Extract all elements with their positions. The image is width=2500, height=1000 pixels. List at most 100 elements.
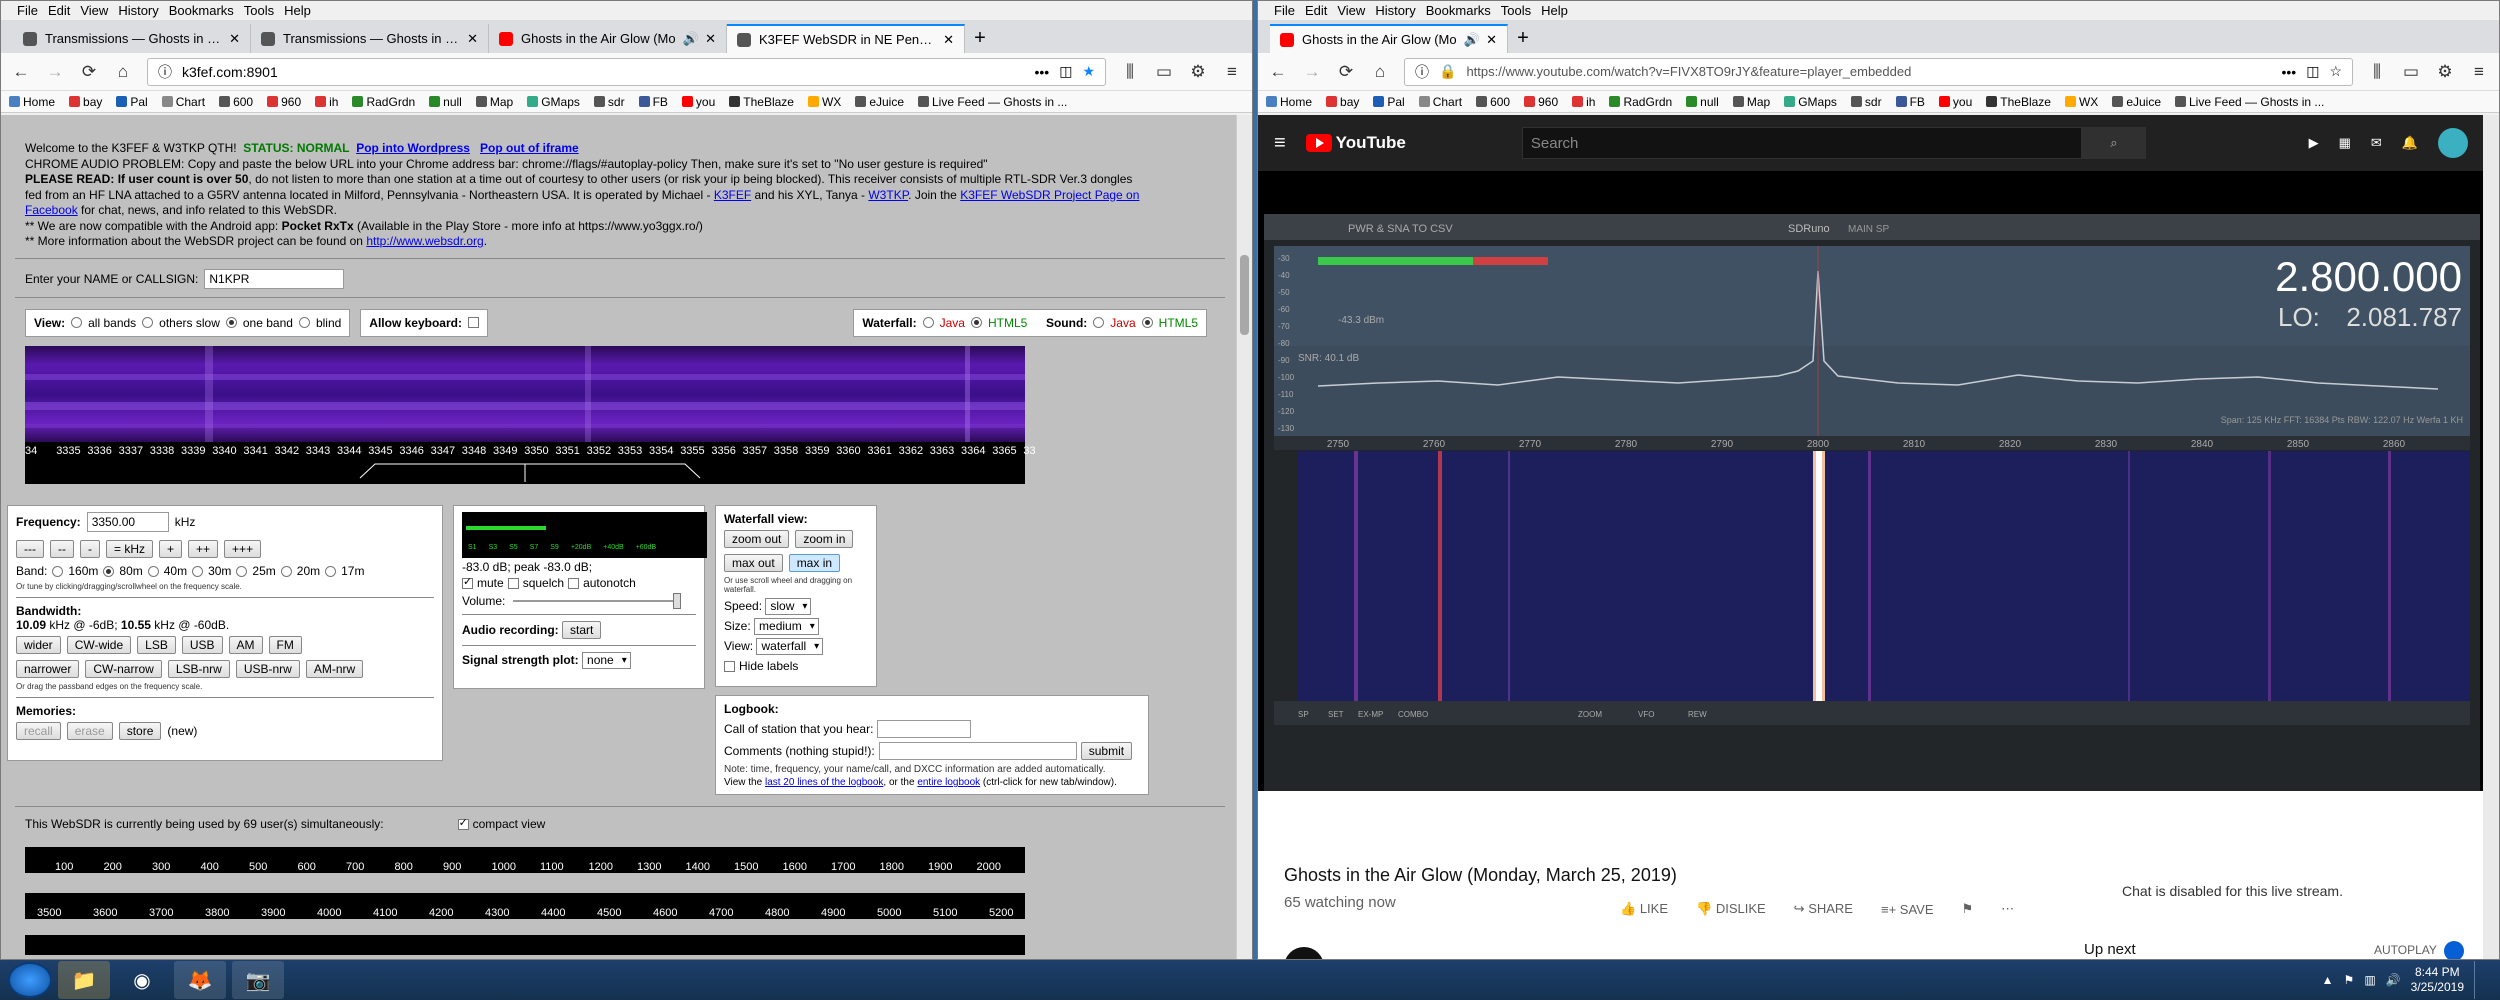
close-tab-icon[interactable]: ✕ — [705, 31, 716, 47]
bookmark-item[interactable]: 960 — [267, 95, 301, 109]
close-tab-icon[interactable]: ✕ — [467, 31, 478, 47]
left-scrollbar[interactable] — [1236, 115, 1252, 959]
flag-icon[interactable]: ⚑ — [1962, 901, 1974, 917]
url-bar[interactable]: ⓘ k3fef.com:8901 ••• ◫ ★ — [147, 57, 1106, 86]
freq-step-button[interactable]: = kHz — [106, 540, 154, 558]
menu-history[interactable]: History — [1375, 3, 1415, 18]
mode-button[interactable]: FM — [268, 636, 302, 654]
freq-step-button[interactable]: +++ — [224, 540, 262, 558]
bookmark-item[interactable]: TheBlaze — [1986, 95, 2051, 109]
max-out-button[interactable]: max out — [724, 554, 783, 572]
frequency-input[interactable] — [86, 512, 169, 532]
band-radio-40m[interactable] — [147, 565, 159, 577]
apps-grid-icon[interactable]: ▦ — [2339, 135, 2351, 151]
facebook-page-link[interactable]: K3FEF WebSDR Project Page on — [960, 188, 1139, 202]
freq-step-button[interactable]: + — [159, 540, 183, 558]
bookmark-item[interactable]: ih — [1572, 95, 1595, 109]
sidebar-icon[interactable]: ▭ — [2401, 62, 2421, 82]
create-video-icon[interactable]: ▶︎ — [2309, 135, 2319, 151]
waterfall-mode-select[interactable]: waterfall — [756, 638, 824, 655]
url-text[interactable]: k3fef.com:8901 — [182, 64, 1024, 80]
autonotch-checkbox[interactable] — [568, 577, 580, 589]
view-radio-2[interactable] — [225, 317, 237, 328]
menu-view[interactable]: View — [80, 3, 108, 18]
bookmark-item[interactable]: Pal — [1373, 95, 1405, 109]
video-player[interactable]: PWR & SNA TO CSV SDRuno MAIN SP 2.800.00… — [1258, 171, 2484, 791]
save-button[interactable]: ≡+ SAVE — [1881, 902, 1934, 917]
comments-input[interactable] — [878, 742, 1077, 760]
signal-plot-select[interactable]: none — [582, 652, 631, 669]
mode-button[interactable]: wider — [16, 636, 61, 654]
bookmark-item[interactable]: 600 — [219, 95, 253, 109]
waterfall-html5-radio[interactable] — [970, 317, 982, 328]
bookmark-item[interactable]: sdr — [593, 95, 625, 109]
pop-wordpress-link[interactable]: Pop into Wordpress — [356, 141, 470, 155]
dislike-button[interactable]: 👎 DISLIKE — [1696, 901, 1766, 917]
notifications-bell-icon[interactable]: 🔔 — [2402, 135, 2418, 151]
compact-view-checkbox[interactable] — [457, 816, 469, 830]
squelch-checkbox[interactable] — [507, 577, 519, 589]
search-input[interactable]: Search — [1521, 127, 2082, 159]
bookmark-item[interactable]: sdr — [1850, 95, 1882, 109]
bookmark-item[interactable]: 960 — [1524, 95, 1558, 109]
mode-button[interactable]: CW-narrow — [85, 660, 162, 678]
call-input[interactable] — [877, 720, 972, 738]
memory-erase-button[interactable]: erase — [66, 722, 113, 740]
sound-java-radio[interactable] — [1093, 317, 1105, 328]
extension-icon[interactable]: ⚙ — [2435, 62, 2455, 82]
right-scrollbar[interactable] — [2483, 115, 2499, 959]
bookmark-item[interactable]: GMaps — [527, 95, 580, 109]
home-icon[interactable]: ⌂ — [113, 62, 133, 82]
waterfall-java-radio[interactable] — [922, 317, 934, 328]
mode-button[interactable]: CW-wide — [66, 636, 132, 654]
freq-step-button[interactable]: ++ — [188, 540, 219, 558]
bookmark-item[interactable]: Live Feed — Ghosts in ... — [918, 95, 1067, 109]
menu-file[interactable]: File — [17, 3, 38, 18]
band-radio-25m[interactable] — [236, 565, 248, 577]
tab-3[interactable]: K3FEF WebSDR in NE Pennsylv ✕ — [727, 24, 965, 53]
facebook-link[interactable]: Facebook — [25, 203, 78, 217]
like-button[interactable]: 👍 LIKE — [1620, 901, 1668, 917]
hamburger-menu-icon[interactable]: ≡ — [1222, 62, 1242, 82]
menu-tools[interactable]: Tools — [244, 3, 274, 18]
mode-button[interactable]: USB — [181, 636, 223, 654]
lock-icon[interactable]: 🔒 — [1439, 63, 1456, 80]
close-tab-icon[interactable]: ✕ — [229, 31, 240, 47]
bookmark-item[interactable]: eJuice — [855, 95, 904, 109]
pocket-icon[interactable]: ◫ — [2306, 63, 2319, 80]
start-button[interactable] — [8, 962, 52, 998]
waterfall-display[interactable] — [25, 345, 1025, 442]
bookmark-item[interactable]: Chart — [161, 95, 205, 109]
tab-0[interactable]: Transmissions — Ghosts in the ✕ — [13, 24, 251, 53]
close-tab-icon[interactable]: ✕ — [1486, 32, 1497, 48]
bookmark-item[interactable]: Home — [9, 95, 55, 109]
menu-edit[interactable]: Edit — [1305, 3, 1327, 18]
avatar[interactable] — [2438, 128, 2468, 158]
bookmark-item[interactable]: Chart — [1418, 95, 1462, 109]
mode-button[interactable]: AM — [228, 636, 263, 654]
bookmark-item[interactable]: you — [1938, 95, 1972, 109]
start-recording-button[interactable]: start — [562, 621, 602, 639]
back-icon[interactable]: ← — [11, 62, 31, 82]
last-20-lines-link[interactable]: last 20 lines of the logbook — [765, 777, 883, 788]
file-explorer-icon[interactable]: 📁 — [58, 961, 110, 999]
bookmark-item[interactable]: Pal — [116, 95, 148, 109]
freq-step-button[interactable]: -- — [50, 540, 74, 558]
user-scale-2[interactable]: 3500 3600 3700 3800 3900 4000 4100 4200 4300 4400… — [25, 893, 1025, 919]
websdr-org-link[interactable]: http://www.websdr.org — [366, 234, 483, 248]
close-tab-icon[interactable]: ✕ — [943, 32, 954, 48]
view-radio-0[interactable] — [71, 317, 83, 328]
tray-expand-icon[interactable]: ▲ — [2322, 973, 2334, 987]
mute-checkbox[interactable] — [462, 575, 473, 589]
band-radio-17m[interactable] — [325, 565, 337, 577]
bookmark-item[interactable]: WX — [2064, 95, 2098, 109]
library-icon[interactable]: ⫼ — [2367, 62, 2387, 82]
pop-iframe-link[interactable]: Pop out of iframe — [480, 141, 579, 155]
submit-button[interactable]: submit — [1080, 742, 1133, 760]
mode-button[interactable]: LSB — [137, 636, 176, 654]
audio-playing-icon[interactable]: 🔊 — [683, 31, 699, 47]
band-radio-80m[interactable] — [103, 565, 115, 577]
bookmark-item[interactable]: RadGrdn — [352, 95, 415, 109]
user-scale-3[interactable] — [25, 935, 1025, 955]
messages-icon[interactable]: ✉ — [2371, 135, 2382, 151]
